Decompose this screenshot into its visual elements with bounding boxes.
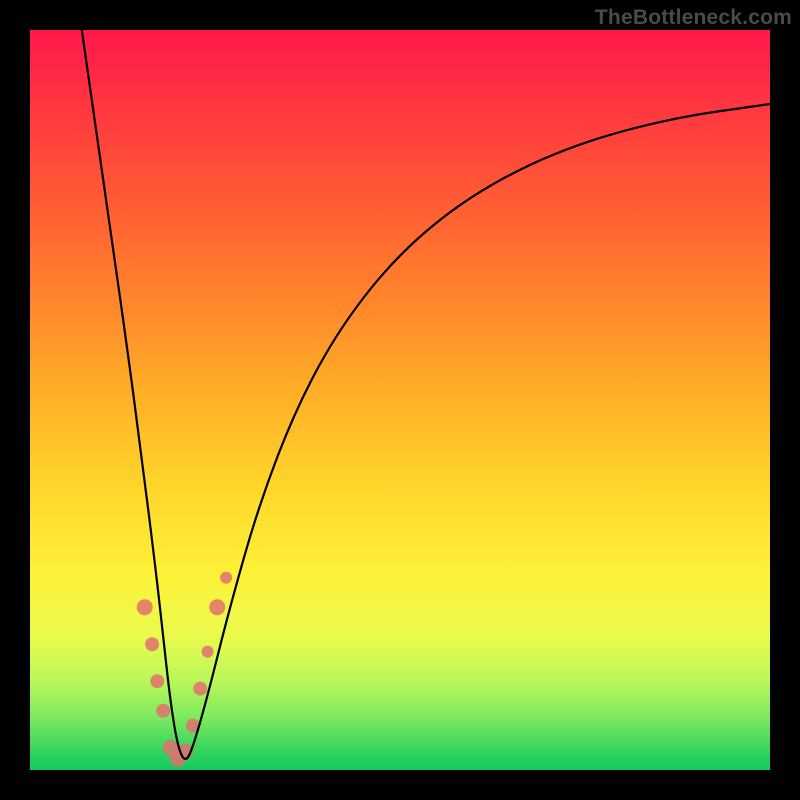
- dot-right-upper2: [220, 572, 232, 584]
- chart-frame: TheBottleneck.com: [0, 0, 800, 800]
- dot-right-mid1: [193, 682, 207, 696]
- dot-right-upper: [209, 599, 225, 615]
- watermark-text: TheBottleneck.com: [595, 6, 792, 30]
- markers-group: [137, 572, 232, 767]
- dot-left-upper: [137, 599, 153, 615]
- plot-area: [30, 30, 770, 770]
- bottleneck-curve: [82, 30, 770, 759]
- dot-left-mid1: [145, 637, 159, 651]
- dot-right-mid2: [202, 646, 214, 658]
- chart-svg: [30, 30, 770, 770]
- dot-left-low: [156, 704, 170, 718]
- dot-left-mid2: [150, 674, 164, 688]
